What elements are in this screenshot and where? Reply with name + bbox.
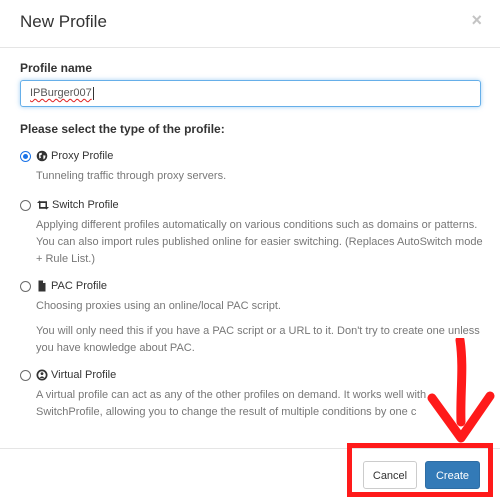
file-icon (38, 280, 46, 292)
option-description: Tunneling traffic through proxy servers. (36, 170, 227, 182)
option-proxy-profile[interactable]: Proxy Profile Tunneling traffic through … (20, 150, 480, 186)
option-description: Choosing proxies using an online/local P… (36, 300, 281, 312)
option-description: Applying different profiles automaticall… (36, 219, 483, 265)
annotation-highlight-box (347, 443, 493, 497)
option-virtual-profile[interactable]: Virtual Profile A virtual profile can ac… (20, 369, 480, 421)
profile-name-label: Profile name (20, 61, 93, 75)
option-title: PAC Profile (51, 280, 108, 292)
option-pac-profile[interactable]: PAC Profile Choosing proxies using an on… (20, 280, 480, 358)
profile-name-input[interactable]: IPBurger007 (20, 80, 481, 107)
retweet-icon (37, 200, 49, 210)
option-title: Switch Profile (52, 199, 119, 211)
profile-type-label: Please select the type of the profile: (20, 122, 225, 136)
profile-name-value: IPBurger007 (30, 87, 92, 99)
globe-icon (36, 150, 48, 162)
new-profile-dialog: New Profile × Profile name IPBurger007 P… (0, 0, 500, 500)
dialog-header: New Profile × (0, 0, 500, 48)
radio-pac-profile[interactable] (20, 281, 31, 292)
option-title: Virtual Profile (51, 369, 117, 381)
radio-switch-profile[interactable] (20, 200, 31, 211)
option-switch-profile[interactable]: Switch Profile Applying different profil… (20, 199, 483, 269)
option-title: Proxy Profile (51, 150, 114, 162)
close-button[interactable]: × (471, 11, 482, 29)
option-description: A virtual profile can act as any of the … (36, 389, 427, 418)
annotation-arrow-icon (427, 338, 495, 443)
text-caret (92, 86, 94, 100)
radio-proxy-profile[interactable] (20, 151, 31, 162)
virtual-profile-icon (36, 369, 48, 381)
option-description-extra: You will only need this if you have a PA… (36, 325, 480, 354)
dialog-title: New Profile (20, 12, 107, 31)
radio-virtual-profile[interactable] (20, 370, 31, 381)
